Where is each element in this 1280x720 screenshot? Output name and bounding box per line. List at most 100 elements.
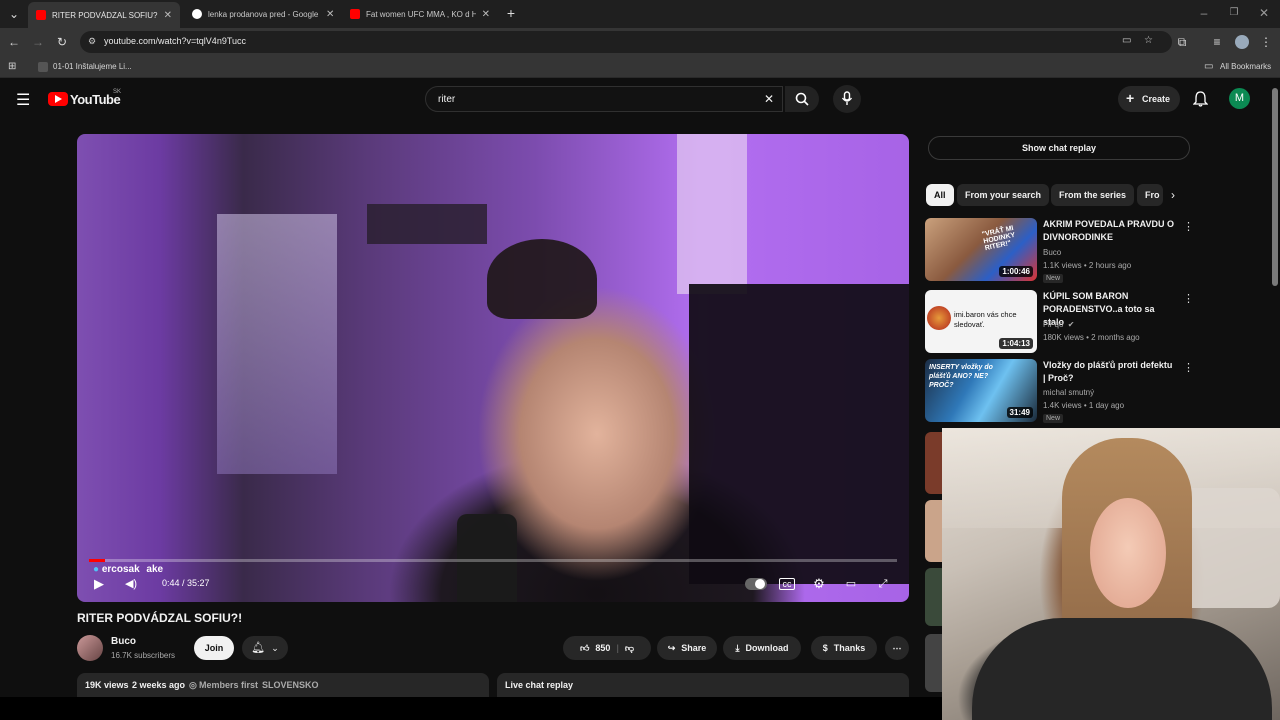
settings-gear-icon[interactable]: ⚙ xyxy=(811,576,827,592)
more-vertical-icon[interactable]: ⋮ xyxy=(1183,292,1194,305)
video-thumbnail[interactable] xyxy=(925,500,943,562)
dislike-icon[interactable]: 👎︎ xyxy=(625,643,634,654)
description-box[interactable]: 19K views 2 weeks ago ◎ Members first SL… xyxy=(77,673,489,697)
more-vertical-icon[interactable]: ⋮ xyxy=(1183,361,1194,374)
show-chat-replay-button[interactable]: Show chat replay xyxy=(928,136,1190,160)
voice-search-button[interactable] xyxy=(833,85,861,113)
back-arrow-icon[interactable]: ← xyxy=(6,34,22,50)
close-icon[interactable]: ✕ xyxy=(482,9,490,20)
restore-icon[interactable]: ❐ xyxy=(1226,5,1242,21)
subscription-bell-button[interactable]: 🔔︎ ⌄ xyxy=(242,636,288,660)
like-count[interactable]: 850 xyxy=(595,643,610,653)
autoplay-toggle[interactable] xyxy=(745,578,767,590)
page-scrollbar[interactable] xyxy=(1272,88,1278,286)
bookmark-item[interactable]: 01-01 Inštalujeme Li... xyxy=(53,62,132,71)
create-button[interactable]: + Create xyxy=(1118,86,1180,112)
more-actions-button[interactable]: ⋯ xyxy=(885,636,909,660)
video-thumbnail[interactable]: "VRÁŤ MI HODINKY RITER!" 1:00:46 xyxy=(925,218,1037,281)
recommended-channel[interactable]: michal smutný xyxy=(1043,388,1094,397)
cast-icon[interactable]: ▭ xyxy=(1122,35,1131,46)
live-chat-replay-header[interactable]: Live chat replay xyxy=(497,673,909,697)
forward-arrow-icon[interactable]: → xyxy=(30,34,46,50)
profile-avatar[interactable] xyxy=(1235,35,1249,49)
all-bookmarks-link[interactable]: All Bookmarks xyxy=(1220,62,1271,71)
youtube-icon xyxy=(350,9,360,19)
video-duration: 1:00:46 xyxy=(999,266,1033,277)
captions-icon[interactable]: cc xyxy=(779,578,795,590)
extensions-icon[interactable]: ⧉ xyxy=(1174,34,1190,50)
thanks-button[interactable]: $ Thanks xyxy=(811,636,877,660)
profile-picture-icon xyxy=(927,306,951,330)
fullscreen-icon[interactable]: ⤢ xyxy=(875,576,891,592)
video-thumbnail[interactable] xyxy=(925,634,943,692)
video-thumbnail[interactable] xyxy=(925,568,943,626)
play-icon[interactable]: ▶ xyxy=(91,576,107,592)
recommended-title[interactable]: Vložky do plášťů proti defektu | Proč? xyxy=(1043,359,1175,385)
pillow-shape xyxy=(1178,488,1280,608)
time-display: 0:44 / 35:27 xyxy=(162,578,210,588)
recommended-video[interactable]: "VRÁŤ MI HODINKY RITER!" 1:00:46 AKRIM P… xyxy=(925,218,1194,283)
browser-menu-icon[interactable]: ⋮ xyxy=(1258,34,1274,50)
members-first-label: Members first xyxy=(199,680,259,690)
reload-icon[interactable]: ↻ xyxy=(54,34,70,50)
thumbnail-caption: "VRÁŤ MI HODINKY RITER!" xyxy=(981,224,1016,253)
video-progress-bar[interactable] xyxy=(89,559,897,562)
account-avatar[interactable]: M xyxy=(1229,88,1250,109)
clear-search-icon[interactable]: ✕ xyxy=(764,92,774,106)
search-input[interactable]: riter ✕ xyxy=(425,86,783,112)
new-tab-plus-icon[interactable]: + xyxy=(503,5,519,21)
download-button[interactable]: ⤓ Download xyxy=(723,636,801,660)
thanks-icon: $ xyxy=(822,643,828,653)
chip-from-the-series[interactable]: From the series xyxy=(1051,184,1135,206)
chip-all[interactable]: All xyxy=(926,184,954,206)
close-icon[interactable]: ✕ xyxy=(326,9,334,20)
theater-mode-icon[interactable]: ▭ xyxy=(843,576,859,592)
minimize-icon[interactable]: – xyxy=(1196,5,1212,21)
notifications-bell-icon[interactable] xyxy=(1193,91,1208,107)
search-button[interactable] xyxy=(785,86,819,112)
chip-from[interactable]: Fro xyxy=(1137,184,1163,206)
youtube-logo-icon[interactable] xyxy=(48,92,68,106)
video-thumbnail[interactable]: imi.baron vás chce sledovať. 1:04:13 xyxy=(925,290,1037,353)
taskbar-strip xyxy=(0,697,942,720)
close-icon[interactable]: ✕ xyxy=(164,10,172,21)
share-button[interactable]: ↪ Share xyxy=(657,636,717,660)
video-thumbnail[interactable]: INSERTY vložky do plášťů ANO? NE? PROČ? … xyxy=(925,359,1037,422)
channel-name[interactable]: Buco xyxy=(111,636,136,647)
recommended-title[interactable]: AKRIM POVEDALA PRAVDU O DIVNORODINKE xyxy=(1043,218,1175,244)
tab-title: lenka prodanova pred - Google xyxy=(208,9,319,19)
browser-tab-3[interactable]: Fat women UFC MMA , KO d Ha ✕ xyxy=(342,4,498,24)
subscriber-count: 16.7K subscribers xyxy=(111,651,176,660)
chip-from-your-search[interactable]: From your search xyxy=(957,184,1050,206)
video-thumbnail[interactable] xyxy=(925,432,943,494)
recommended-channel[interactable]: Buco xyxy=(1043,248,1061,257)
shirt-shape xyxy=(972,618,1272,720)
browser-tab-2[interactable]: lenka prodanova pred - Google ✕ xyxy=(184,4,344,24)
recommended-video[interactable]: INSERTY vložky do plášťů ANO? NE? PROČ? … xyxy=(925,359,1194,423)
site-info-icon[interactable]: ⚙ xyxy=(88,36,96,47)
media-controls-icon[interactable]: ≡ xyxy=(1209,34,1225,50)
window-close-icon[interactable]: ✕ xyxy=(1256,5,1272,21)
live-chat-replay-label: Live chat replay xyxy=(505,680,574,690)
volume-icon[interactable]: ◀) xyxy=(123,576,139,592)
url-text: youtube.com/watch?v=tqlV4n9Tucc xyxy=(104,36,246,46)
channel-avatar[interactable] xyxy=(77,635,103,661)
bell-icon: 🔔︎ xyxy=(251,642,266,654)
address-bar[interactable]: ⚙ youtube.com/watch?v=tqlV4n9Tucc ▭ ☆ xyxy=(80,31,1172,53)
browser-tab-1[interactable]: RITER PODVÁDZAL SOFIU?! - Yo ✕ xyxy=(28,2,180,28)
bookmark-star-icon[interactable]: ☆ xyxy=(1144,35,1153,46)
recommended-video[interactable]: imi.baron vás chce sledovať. 1:04:13 KÚP… xyxy=(925,290,1194,354)
recommended-channel[interactable]: FiFqo ✔ xyxy=(1043,320,1074,329)
microphone-shape xyxy=(457,514,517,602)
join-button[interactable]: Join xyxy=(194,636,234,660)
video-duration: 1:04:13 xyxy=(999,338,1033,349)
hamburger-menu-icon[interactable]: ☰ xyxy=(16,90,30,110)
chevron-right-icon[interactable]: › xyxy=(1171,188,1175,202)
more-vertical-icon[interactable]: ⋮ xyxy=(1183,220,1194,233)
like-icon[interactable]: 👍︎ xyxy=(580,643,589,654)
video-player[interactable]: ● ercosak ake ▶ ◀) 0:44 / 35:27 cc ⚙ ▭ ⤢ xyxy=(77,134,909,602)
chevron-down-icon: ⌄ xyxy=(271,643,279,653)
browser-tab-strip: ⌄ RITER PODVÁDZAL SOFIU?! - Yo ✕ lenka p… xyxy=(0,0,1280,28)
tab-search-chevron-icon[interactable]: ⌄ xyxy=(6,6,22,22)
apps-grid-icon[interactable]: ⊞ xyxy=(8,61,16,72)
